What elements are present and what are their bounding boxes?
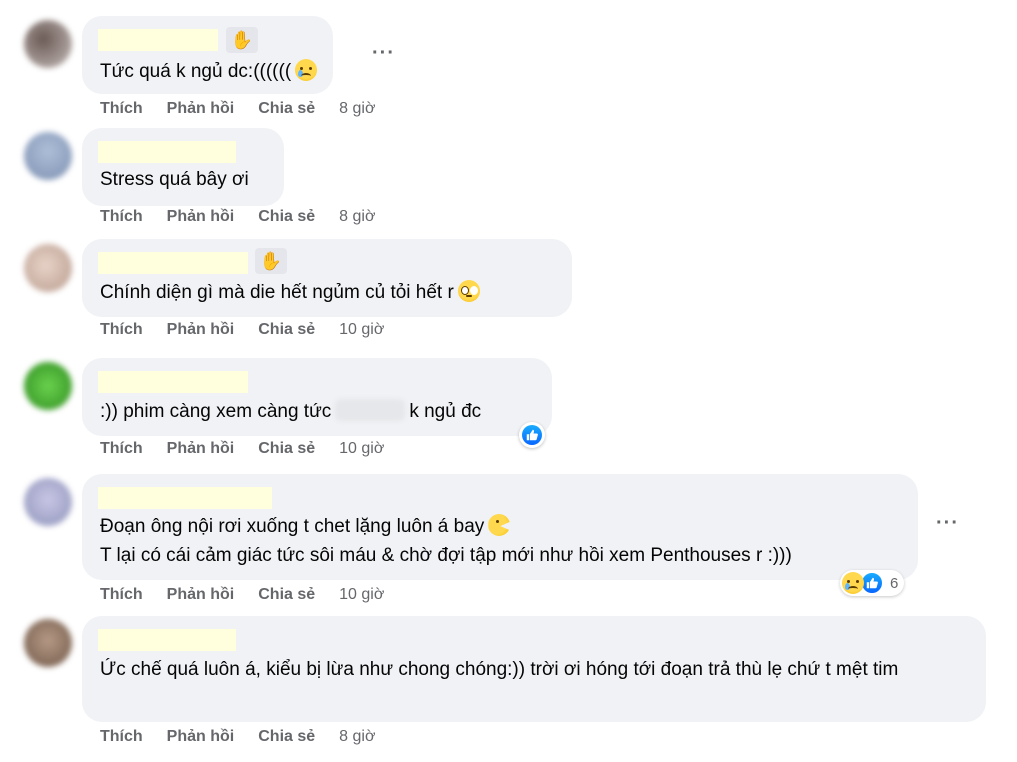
reply-button[interactable]: Phản hồi [167,440,235,458]
fan-badge-icon: ✋ [255,248,287,274]
like-button[interactable]: Thích [100,208,143,226]
more-options-icon[interactable]: ··· [936,512,959,535]
avatar[interactable] [24,478,72,526]
timestamp[interactable]: 10 giờ [339,586,384,604]
comment-actions: Thích Phản hồi Chia sẻ 10 giờ [100,440,408,458]
comment-bubble: :)) phim càng xem càng tức k ngủ đc [82,358,552,436]
comment-text: :)) phim càng xem càng tức k ngủ đc [100,399,482,422]
author-name[interactable] [98,487,272,509]
timestamp[interactable]: 8 giờ [339,100,375,118]
comment-text: Đoạn ông nội rơi xuống t chet lặng luôn … [100,513,511,541]
comment-bubble: ✋ Chính diện gì mà die hết ngủm củ tỏi h… [82,239,572,317]
like-button[interactable]: Thích [100,100,143,118]
reaction-badge[interactable] [519,422,545,448]
timestamp[interactable]: 10 giờ [339,321,384,339]
reply-button[interactable]: Phản hồi [167,728,235,746]
blurred-word [335,399,406,421]
share-button[interactable]: Chia sẻ [258,321,315,339]
timestamp[interactable]: 8 giờ [339,208,375,226]
avatar[interactable] [24,244,72,292]
reaction-count: 6 [890,574,899,592]
author-name[interactable] [98,29,218,51]
comment-bubble: Đoạn ông nội rơi xuống t chet lặng luôn … [82,474,918,580]
fan-badge-icon: ✋ [226,27,258,53]
author-name[interactable] [98,252,248,274]
avatar[interactable] [24,362,72,410]
comment-bubble: Stress quá bây ơi [82,128,284,206]
like-button[interactable]: Thích [100,321,143,339]
comment-actions: Thích Phản hồi Chia sẻ 10 giờ [100,321,408,339]
avatar[interactable] [24,20,72,68]
author-name[interactable] [98,141,236,163]
author-name[interactable] [98,371,248,393]
share-button[interactable]: Chia sẻ [258,586,315,604]
pleading-face-icon [457,280,480,302]
reply-button[interactable]: Phản hồi [167,321,235,339]
comment-bubble: ✋ Tức quá k ngủ dc:(((((( [82,16,333,94]
comment-actions: Thích Phản hồi Chia sẻ 10 giờ [100,586,408,604]
comment-actions: Thích Phản hồi Chia sẻ 8 giờ [100,208,399,226]
comment-text-line2: T lại có cái cảm giác tức sôi máu & chờ … [100,545,792,566]
more-options-icon[interactable]: ··· [372,42,395,65]
like-button[interactable]: Thích [100,586,143,604]
share-button[interactable]: Chia sẻ [258,728,315,746]
moon-face-icon [488,514,511,536]
author-name[interactable] [98,629,236,651]
like-button[interactable]: Thích [100,440,143,458]
comment-text: Chính diện gì mà die hết ngủm củ tỏi hết… [100,279,480,307]
reply-button[interactable]: Phản hồi [167,100,235,118]
share-button[interactable]: Chia sẻ [258,208,315,226]
share-button[interactable]: Chia sẻ [258,100,315,118]
like-button[interactable]: Thích [100,728,143,746]
crying-face-icon [842,572,864,594]
crying-face-icon [295,59,318,81]
avatar[interactable] [24,132,72,180]
comment-text: Ức chế quá luôn á, kiểu bị lừa như chong… [100,659,899,680]
timestamp[interactable]: 10 giờ [339,440,384,458]
avatar[interactable] [24,619,72,667]
timestamp[interactable]: 8 giờ [339,728,375,746]
like-icon [522,425,542,445]
comment-actions: Thích Phản hồi Chia sẻ 8 giờ [100,728,399,746]
reply-button[interactable]: Phản hồi [167,586,235,604]
reply-button[interactable]: Phản hồi [167,208,235,226]
comment-bubble: Ức chế quá luôn á, kiểu bị lừa như chong… [82,616,986,722]
share-button[interactable]: Chia sẻ [258,440,315,458]
comment-text: Stress quá bây ơi [100,169,249,190]
comment-actions: Thích Phản hồi Chia sẻ 8 giờ [100,100,399,118]
reaction-summary[interactable]: 6 [840,570,905,596]
comment-text: Tức quá k ngủ dc:(((((( [100,58,318,86]
